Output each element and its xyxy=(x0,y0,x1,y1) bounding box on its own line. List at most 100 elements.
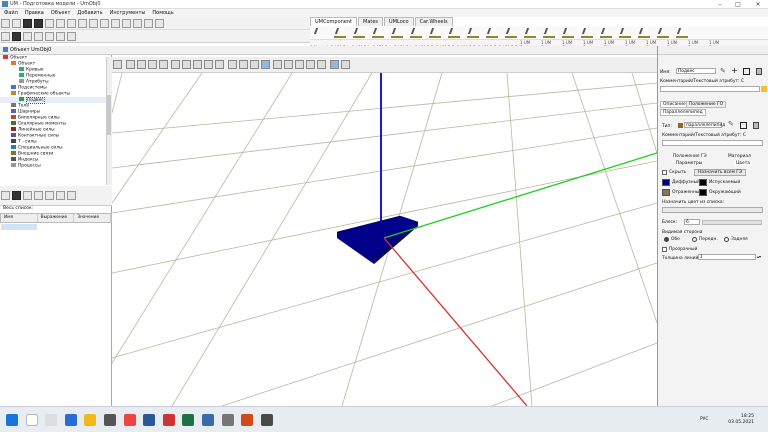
um-icon[interactable] xyxy=(201,414,214,426)
name-input[interactable]: Подвес xyxy=(676,68,716,74)
side-both-radio[interactable] xyxy=(664,237,669,242)
column-name[interactable]: Имя xyxy=(1,214,38,222)
line-width-input[interactable]: 1 xyxy=(698,254,756,260)
word-icon[interactable] xyxy=(143,414,156,426)
type-new-icon[interactable] xyxy=(740,122,747,129)
variables-delete-icon[interactable] xyxy=(34,191,43,200)
task-view-icon[interactable] xyxy=(45,414,58,426)
add-icon[interactable]: + xyxy=(731,66,738,75)
search-icon[interactable] xyxy=(25,414,38,426)
component-tool-icon[interactable] xyxy=(523,28,536,38)
open-file-icon[interactable] xyxy=(12,19,21,28)
print-icon[interactable] xyxy=(45,19,54,28)
explorer-icon[interactable] xyxy=(84,414,97,426)
tab-element-position[interactable]: Положение ГЭ xyxy=(673,154,707,159)
variables-tool-icon[interactable] xyxy=(56,191,65,200)
variables-table-row[interactable] xyxy=(1,224,37,230)
type-select[interactable]: параллелепипед xyxy=(684,122,725,128)
component-tool-icon[interactable] xyxy=(371,28,384,38)
start-icon[interactable] xyxy=(6,414,18,426)
tab-description[interactable]: Описание xyxy=(660,101,689,108)
menu-file[interactable]: Файл xyxy=(4,9,18,17)
app-icon[interactable] xyxy=(241,414,254,426)
view-icon[interactable] xyxy=(215,60,225,69)
component-tool-icon[interactable] xyxy=(580,28,593,38)
zoom-in-icon[interactable] xyxy=(125,60,135,69)
emissive-color-swatch[interactable] xyxy=(699,179,707,186)
component-tool-icon[interactable] xyxy=(542,28,555,38)
window-icon[interactable] xyxy=(1,32,10,41)
tab-mates[interactable]: Mates xyxy=(358,17,384,26)
type-edit-icon[interactable]: ✎ xyxy=(728,120,734,128)
component-tool-icon[interactable] xyxy=(504,28,517,38)
component-tool-icon[interactable] xyxy=(618,28,631,38)
component-tool-icon[interactable] xyxy=(466,28,479,38)
animate-icon[interactable] xyxy=(45,32,54,41)
tab-position[interactable]: Положение ГО xyxy=(686,101,727,108)
render-icon[interactable] xyxy=(306,60,316,69)
variables-tool-icon[interactable] xyxy=(45,191,54,200)
tab-umcomponent[interactable]: UMComponent xyxy=(310,17,358,26)
gloss-slider[interactable] xyxy=(702,220,762,225)
grid-icon[interactable] xyxy=(122,19,131,28)
render-icon[interactable] xyxy=(317,60,327,69)
side-back-radio[interactable] xyxy=(724,237,729,242)
menu-help[interactable]: Помощь xyxy=(152,9,173,17)
compile-icon[interactable] xyxy=(144,19,153,28)
new-file-icon[interactable] xyxy=(1,19,10,28)
menu-tools[interactable]: Инструменты xyxy=(110,9,146,17)
type-delete-icon[interactable] xyxy=(753,122,759,129)
tree-item[interactable]: Процессы xyxy=(0,163,111,169)
menu-add[interactable]: Добавить xyxy=(77,9,102,17)
component-tool-icon[interactable] xyxy=(656,28,669,38)
gloss-input[interactable]: 6 xyxy=(684,219,700,225)
render-icon[interactable] xyxy=(284,60,294,69)
new-element-icon[interactable] xyxy=(743,68,750,75)
grid-toggle-icon[interactable] xyxy=(329,60,339,69)
component-tool-icon[interactable] xyxy=(637,28,650,38)
variables-open-icon[interactable] xyxy=(1,191,10,200)
comment-input[interactable] xyxy=(660,86,760,92)
column-expression[interactable]: Выражение xyxy=(38,214,75,222)
excel-icon[interactable] xyxy=(182,414,195,426)
export-icon[interactable] xyxy=(34,32,43,41)
color-list-select[interactable] xyxy=(662,207,763,213)
component-tool-icon[interactable] xyxy=(599,28,612,38)
language-indicator[interactable]: РУС xyxy=(700,417,708,422)
pan-icon[interactable] xyxy=(171,60,181,69)
table-icon[interactable] xyxy=(133,19,142,28)
undo-icon[interactable] xyxy=(56,32,65,41)
cube-top-icon[interactable] xyxy=(249,60,259,69)
menu-edit[interactable]: Правка xyxy=(25,9,44,17)
zoom-fit-icon[interactable] xyxy=(147,60,157,69)
component-tool-icon[interactable] xyxy=(428,28,441,38)
maximize-button[interactable]: □ xyxy=(730,0,746,9)
cube-side-icon[interactable] xyxy=(238,60,248,69)
diffuse-color-swatch[interactable] xyxy=(662,179,670,186)
pencil-icon[interactable]: ✎ xyxy=(720,67,726,75)
tab-umloco[interactable]: UMLoco xyxy=(384,17,414,26)
scene-3d-view[interactable] xyxy=(111,72,658,407)
save-model-icon[interactable] xyxy=(12,32,21,41)
chrome-icon[interactable] xyxy=(123,414,136,426)
cut-icon[interactable] xyxy=(56,19,65,28)
edge-icon[interactable] xyxy=(64,414,77,426)
save-all-icon[interactable] xyxy=(34,19,43,28)
hide-checkbox[interactable] xyxy=(662,170,667,175)
tab-material[interactable]: Материал xyxy=(728,154,751,159)
paste-icon[interactable] xyxy=(78,19,87,28)
column-value[interactable]: Значение xyxy=(74,214,112,222)
camera-icon[interactable] xyxy=(113,60,122,69)
app-icon[interactable] xyxy=(260,414,273,426)
tab-carwheels[interactable]: Car.Wheels xyxy=(414,17,453,26)
orbit-icon[interactable] xyxy=(193,60,203,69)
tab-colors[interactable]: Цвета xyxy=(734,161,752,166)
delete-icon[interactable] xyxy=(756,68,762,75)
minimize-button[interactable]: – xyxy=(712,0,728,9)
transparent-checkbox[interactable] xyxy=(662,247,667,252)
axes-icon[interactable] xyxy=(340,60,350,69)
tab-parallelepiped[interactable]: Параллелепипед xyxy=(660,109,706,116)
scene-canvas[interactable] xyxy=(111,72,658,407)
variables-add-icon[interactable] xyxy=(23,191,32,200)
assign-all-button[interactable]: Назначить всем ГЭ xyxy=(694,169,747,176)
